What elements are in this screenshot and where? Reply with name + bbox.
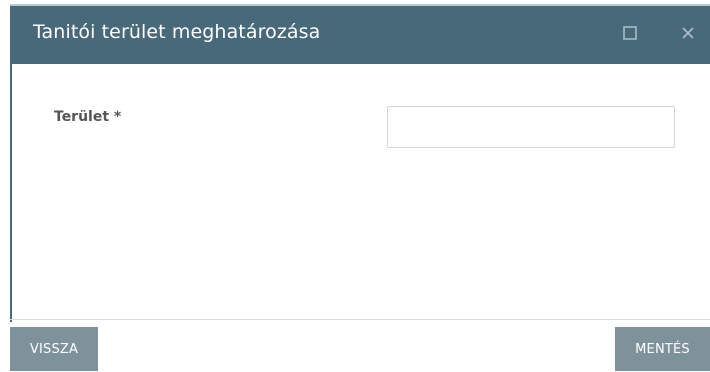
- terulet-label: Terület *: [54, 109, 122, 125]
- footer-divider: [10, 319, 710, 320]
- back-button[interactable]: VISSZA: [10, 327, 98, 371]
- dialog-left-border: [10, 64, 12, 322]
- dialog-title-bar: Tanitói terület meghatározása: [10, 4, 710, 64]
- maximize-icon[interactable]: [622, 25, 638, 41]
- save-button[interactable]: MENTÉS: [615, 327, 710, 371]
- close-icon[interactable]: [678, 23, 698, 43]
- terulet-input[interactable]: [387, 106, 675, 148]
- dialog-title: Tanitói terület meghatározása: [33, 21, 321, 43]
- dialog-window: Tanitói terület meghatározása Terület * …: [0, 0, 710, 372]
